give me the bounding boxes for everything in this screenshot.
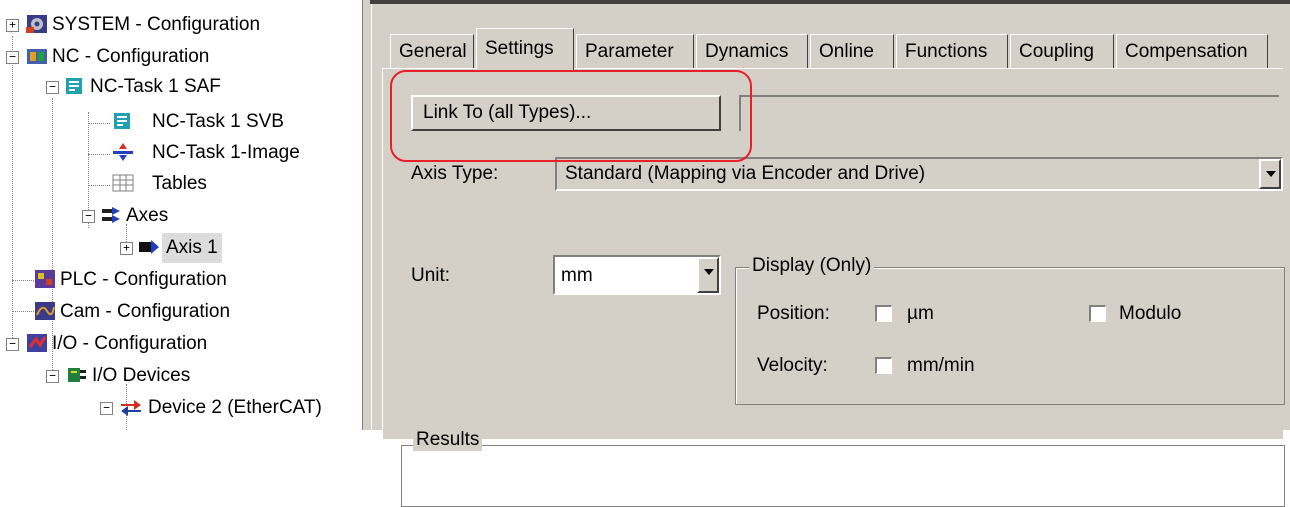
- collapse-icon[interactable]: −: [6, 51, 19, 64]
- io-config-icon: [27, 334, 47, 352]
- nc-config-icon: [27, 49, 47, 64]
- tab-online[interactable]: Online: [810, 34, 894, 68]
- tree-item-system-configuration[interactable]: + SYSTEM - Configuration: [0, 10, 362, 40]
- collapse-icon[interactable]: −: [46, 370, 59, 383]
- chevron-down-icon[interactable]: [1259, 159, 1281, 189]
- position-label: Position:: [757, 303, 830, 324]
- task-icon: [114, 113, 130, 129]
- configuration-tree: + SYSTEM - Configuration − NC - Configur…: [0, 0, 362, 430]
- tree-item-label: NC-Task 1-Image: [152, 142, 300, 163]
- expand-icon[interactable]: +: [6, 19, 19, 32]
- tab-compensation[interactable]: Compensation: [1116, 34, 1268, 68]
- display-only-group-title: Display (Only): [749, 255, 875, 277]
- chevron-down-icon[interactable]: [697, 257, 719, 293]
- task-icon: [66, 78, 82, 94]
- tree-item-device-2-ethercat[interactable]: − Device 2 (EtherCAT): [0, 393, 362, 423]
- display-only-group: [735, 267, 1285, 405]
- tree-item-label: Axis 1: [162, 233, 222, 263]
- tree-item-axis-1[interactable]: + Axis 1: [0, 233, 362, 263]
- tab-dynamics[interactable]: Dynamics: [696, 34, 808, 68]
- tree-item-label: I/O Devices: [92, 365, 191, 386]
- tree-item-nc-task-1-svb[interactable]: NC-Task 1 SVB: [0, 107, 362, 137]
- tree-item-label: I/O - Configuration: [52, 333, 208, 354]
- collapse-icon[interactable]: −: [100, 402, 113, 415]
- properties-panel: General Settings Parameter Dynamics Onli…: [372, 4, 1290, 507]
- tree-item-label: Cam - Configuration: [60, 301, 231, 322]
- tree-item-label: SYSTEM - Configuration: [52, 14, 261, 35]
- image-icon: [113, 143, 133, 161]
- link-to-button-label: Link To (all Types)...: [423, 102, 592, 123]
- axis-type-select[interactable]: Standard (Mapping via Encoder and Drive): [555, 157, 1283, 191]
- unit-value: mm: [561, 265, 593, 286]
- tab-general[interactable]: General: [390, 34, 474, 68]
- io-devices-icon: [68, 368, 86, 382]
- tree-item-nc-task-1-image[interactable]: NC-Task 1-Image: [0, 138, 362, 168]
- tree-item-nc-configuration[interactable]: − NC - Configuration: [0, 42, 362, 72]
- tree-item-label: NC-Task 1 SVB: [152, 111, 284, 132]
- settings-tab-body: Link To (all Types)... Axis Type: Standa…: [382, 68, 1285, 507]
- tab-parameter[interactable]: Parameter: [576, 34, 694, 68]
- axis-type-label: Axis Type:: [411, 163, 499, 184]
- unit-select[interactable]: mm: [553, 255, 721, 295]
- table-icon: [112, 174, 134, 192]
- link-target-field: [739, 95, 1279, 131]
- cam-config-icon: [35, 302, 55, 320]
- tree-item-label: Axes: [126, 205, 169, 226]
- velocity-mm-min-checkbox[interactable]: [875, 357, 892, 374]
- tree-item-label: Device 2 (EtherCAT): [148, 397, 322, 418]
- tree-item-label: NC-Task 1 SAF: [90, 76, 221, 97]
- pane-splitter[interactable]: [362, 0, 372, 430]
- axes-icon: [102, 207, 120, 223]
- tree-item-axes[interactable]: − Axes: [0, 201, 362, 231]
- velocity-mm-min-label: mm/min: [907, 355, 975, 376]
- tab-functions[interactable]: Functions: [896, 34, 1008, 68]
- tree-item-tables[interactable]: Tables: [0, 169, 362, 199]
- tree-item-label: Tables: [152, 173, 207, 194]
- tree-item-io-configuration[interactable]: − I/O - Configuration: [0, 329, 362, 359]
- tree-item-label: PLC - Configuration: [60, 269, 227, 290]
- plc-config-icon: [35, 270, 55, 288]
- tab-coupling[interactable]: Coupling: [1010, 34, 1114, 68]
- ethercat-device-icon: [121, 400, 141, 416]
- tree-item-cam-configuration[interactable]: Cam - Configuration: [0, 297, 362, 327]
- results-group-title: Results: [413, 429, 483, 451]
- system-config-icon: [26, 15, 47, 33]
- position-um-checkbox[interactable]: [875, 305, 892, 322]
- results-group: [401, 445, 1285, 507]
- collapse-icon[interactable]: −: [82, 210, 95, 223]
- velocity-label: Velocity:: [757, 355, 828, 376]
- tree-item-nc-task-1-saf[interactable]: − NC-Task 1 SAF: [0, 72, 362, 102]
- axis-type-value: Standard (Mapping via Encoder and Drive): [565, 163, 926, 184]
- modulo-label: Modulo: [1119, 303, 1182, 324]
- link-to-button[interactable]: Link To (all Types)...: [411, 95, 721, 131]
- modulo-checkbox[interactable]: [1089, 305, 1106, 322]
- unit-label: Unit:: [411, 265, 451, 286]
- tab-settings[interactable]: Settings: [476, 28, 574, 70]
- axis-icon: [139, 240, 159, 254]
- tree-item-plc-configuration[interactable]: PLC - Configuration: [0, 265, 362, 295]
- tree-item-label: NC - Configuration: [52, 46, 210, 67]
- collapse-icon[interactable]: −: [6, 338, 19, 351]
- collapse-icon[interactable]: −: [46, 81, 59, 94]
- position-um-label: µm: [907, 303, 934, 324]
- tree-item-io-devices[interactable]: − I/O Devices: [0, 361, 362, 391]
- expand-icon[interactable]: +: [120, 242, 133, 255]
